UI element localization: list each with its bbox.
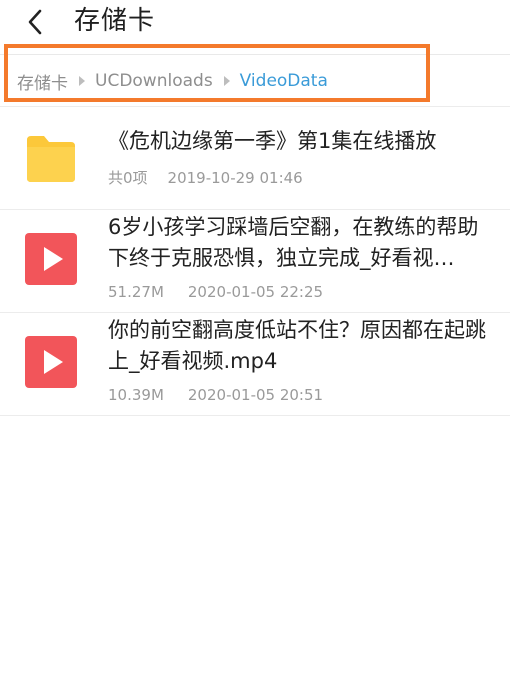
- list-item-video[interactable]: 6岁小孩学习踩墙后空翻，在教练的帮助下终于克服恐惧，独立完成_好看视频.mp4 …: [0, 210, 510, 313]
- file-meta: 共0项 2019-10-29 01:46: [108, 168, 303, 188]
- top-bar: 存储卡: [0, 0, 510, 50]
- file-date: 2020-01-05 20:51: [187, 386, 324, 404]
- file-name: 你的前空翻高度低站不住？原因都在起跳上_好看视频.mp4: [108, 318, 486, 373]
- folder-icon: [27, 136, 75, 182]
- chevron-left-icon: [28, 9, 42, 35]
- breadcrumb-separator-icon: [79, 76, 85, 86]
- video-play-icon: [25, 233, 77, 285]
- breadcrumb-separator-icon: [223, 76, 230, 86]
- list-item-video[interactable]: 你的前空翻高度低站不住？原因都在起跳上_好看视频.mp4 10.39M 2020…: [0, 313, 510, 416]
- breadcrumb-item-ucdownloads[interactable]: UCDownloads: [95, 71, 213, 91]
- video-play-icon: [25, 336, 77, 388]
- file-list: 《危机边缘第一季》第1集在线播放 共0项 2019-10-29 01:46 6岁…: [0, 107, 510, 416]
- file-size: 51.27M: [108, 283, 164, 301]
- file-date: 2020-01-05 22:25: [187, 283, 324, 301]
- file-size: 10.39M: [108, 386, 164, 404]
- list-item-folder[interactable]: 《危机边缘第一季》第1集在线播放 共0项 2019-10-29 01:46: [0, 107, 510, 210]
- file-name: 《危机边缘第一季》第1集在线播放: [108, 129, 437, 153]
- back-button[interactable]: [18, 4, 52, 40]
- breadcrumb-item-videodata[interactable]: VideoData: [240, 71, 328, 91]
- file-name: 6岁小孩学习踩墙后空翻，在教练的帮助下终于克服恐惧，独立完成_好看视频.mp4: [108, 215, 479, 270]
- breadcrumb-item-storage-card[interactable]: 存储卡: [17, 69, 68, 94]
- file-count: 共0项: [108, 169, 148, 187]
- file-date: 2019-10-29 01:46: [167, 169, 303, 187]
- breadcrumb: 存储卡 UCDownloads VideoData: [17, 66, 328, 96]
- page-title: 存储卡: [74, 6, 156, 36]
- file-meta: 51.27M 2020-01-05 22:25: [108, 282, 323, 302]
- file-meta: 10.39M 2020-01-05 20:51: [108, 385, 323, 405]
